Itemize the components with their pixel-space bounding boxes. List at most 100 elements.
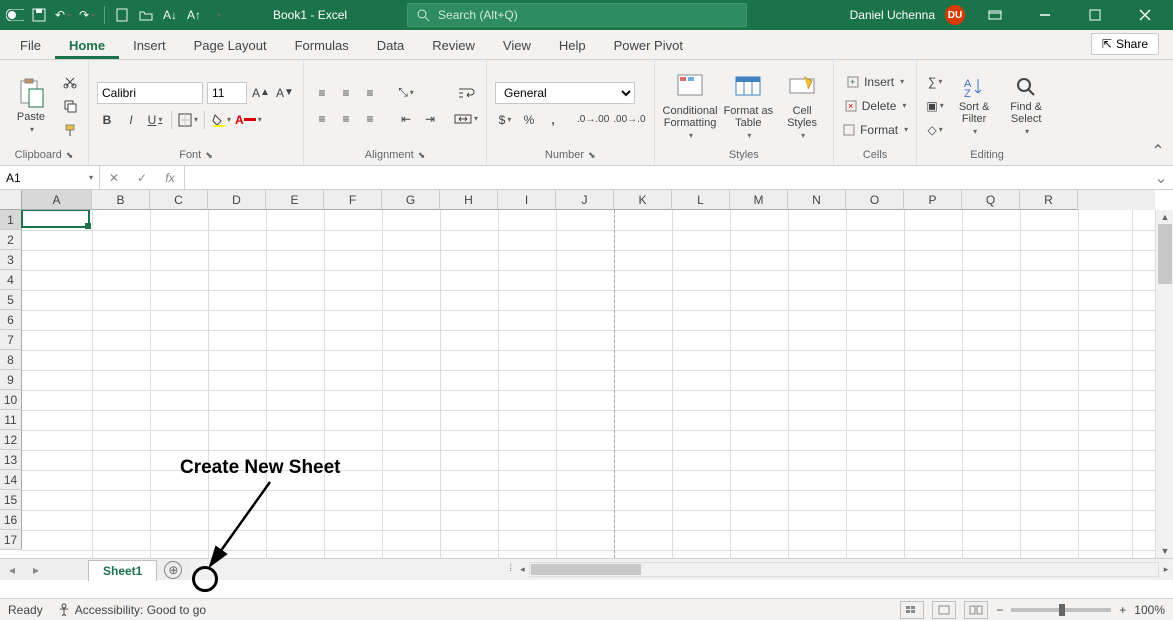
row-header-1[interactable]: 1 bbox=[0, 210, 22, 230]
col-header-J[interactable]: J bbox=[556, 190, 614, 210]
namebox-dropdown-icon[interactable]: ▾ bbox=[89, 173, 93, 182]
tab-view[interactable]: View bbox=[489, 32, 545, 59]
paste-button[interactable]: Paste▾ bbox=[8, 77, 54, 134]
cut-button[interactable] bbox=[60, 72, 80, 92]
conditional-formatting-button[interactable]: Conditional Formatting▾ bbox=[663, 71, 718, 140]
col-header-E[interactable]: E bbox=[266, 190, 324, 210]
col-header-H[interactable]: H bbox=[440, 190, 498, 210]
col-header-L[interactable]: L bbox=[672, 190, 730, 210]
row-header-8[interactable]: 8 bbox=[0, 350, 22, 370]
clipboard-launcher-icon[interactable]: ⬊ bbox=[66, 150, 74, 161]
row-header-15[interactable]: 15 bbox=[0, 490, 22, 510]
sort-asc-icon[interactable]: A↓ bbox=[161, 6, 179, 24]
sheet-nav-next-button[interactable]: ▸ bbox=[24, 563, 48, 577]
number-launcher-icon[interactable]: ⬊ bbox=[588, 150, 596, 161]
align-bottom-button[interactable]: ≡ bbox=[360, 83, 380, 103]
open-icon[interactable] bbox=[137, 6, 155, 24]
tab-file[interactable]: File bbox=[6, 32, 55, 59]
clear-button[interactable]: ◇▾ bbox=[925, 120, 945, 140]
col-header-R[interactable]: R bbox=[1020, 190, 1078, 210]
qat-customize-icon[interactable]: ▾ bbox=[209, 6, 227, 24]
collapse-ribbon-button[interactable]: ⌃ bbox=[1143, 60, 1173, 165]
bold-button[interactable]: B bbox=[97, 110, 117, 130]
tab-formulas[interactable]: Formulas bbox=[281, 32, 363, 59]
zoom-slider[interactable] bbox=[1011, 608, 1111, 612]
row-header-16[interactable]: 16 bbox=[0, 510, 22, 530]
col-header-G[interactable]: G bbox=[382, 190, 440, 210]
format-as-table-button[interactable]: Format as Table▾ bbox=[724, 71, 774, 140]
name-box[interactable]: A1▾ bbox=[0, 166, 100, 189]
new-file-icon[interactable] bbox=[113, 6, 131, 24]
col-header-N[interactable]: N bbox=[788, 190, 846, 210]
scroll-right-icon[interactable]: ▸ bbox=[1159, 559, 1173, 580]
font-color-button[interactable]: A▾ bbox=[235, 110, 262, 130]
col-header-K[interactable]: K bbox=[614, 190, 672, 210]
page-layout-view-button[interactable] bbox=[932, 601, 956, 619]
redo-icon[interactable]: ↷▾ bbox=[78, 6, 96, 24]
find-select-button[interactable]: Find & Select▾ bbox=[1003, 75, 1049, 136]
vertical-scrollbar[interactable]: ▲ ▼ bbox=[1155, 210, 1173, 558]
col-header-M[interactable]: M bbox=[730, 190, 788, 210]
normal-view-button[interactable] bbox=[900, 601, 924, 619]
zoom-in-button[interactable]: + bbox=[1119, 603, 1126, 617]
col-header-O[interactable]: O bbox=[846, 190, 904, 210]
tab-insert[interactable]: Insert bbox=[119, 32, 180, 59]
user-name[interactable]: Daniel Uchenna bbox=[850, 8, 935, 22]
scroll-down-icon[interactable]: ▼ bbox=[1156, 544, 1173, 558]
horizontal-scrollbar[interactable]: ⁞ ◂ ▸ bbox=[189, 559, 1173, 580]
col-header-I[interactable]: I bbox=[498, 190, 556, 210]
borders-button[interactable]: ▾ bbox=[178, 110, 198, 130]
zoom-out-button[interactable]: − bbox=[996, 603, 1003, 617]
page-break-view-button[interactable] bbox=[964, 601, 988, 619]
row-header-4[interactable]: 4 bbox=[0, 270, 22, 290]
share-button[interactable]: ⇱Share bbox=[1091, 33, 1159, 55]
enter-formula-button[interactable]: ✓ bbox=[128, 171, 156, 185]
col-header-D[interactable]: D bbox=[208, 190, 266, 210]
col-header-Q[interactable]: Q bbox=[962, 190, 1020, 210]
comma-format-button[interactable]: , bbox=[543, 110, 563, 130]
align-left-button[interactable]: ≡ bbox=[312, 109, 332, 129]
tab-power-pivot[interactable]: Power Pivot bbox=[600, 32, 697, 59]
font-name-combo[interactable] bbox=[97, 82, 203, 104]
wrap-text-button[interactable] bbox=[454, 83, 478, 103]
percent-format-button[interactable]: % bbox=[519, 110, 539, 130]
format-painter-button[interactable] bbox=[60, 120, 80, 140]
col-header-C[interactable]: C bbox=[150, 190, 208, 210]
tab-help[interactable]: Help bbox=[545, 32, 600, 59]
column-headers[interactable]: ABCDEFGHIJKLMNOPQR bbox=[22, 190, 1155, 210]
col-header-B[interactable]: B bbox=[92, 190, 150, 210]
format-cells-button[interactable]: Format▾ bbox=[842, 120, 908, 140]
copy-button[interactable] bbox=[60, 96, 80, 116]
ribbon-display-icon[interactable] bbox=[975, 0, 1015, 30]
font-launcher-icon[interactable]: ⬊ bbox=[205, 150, 213, 161]
col-header-P[interactable]: P bbox=[904, 190, 962, 210]
row-header-9[interactable]: 9 bbox=[0, 370, 22, 390]
scroll-up-icon[interactable]: ▲ bbox=[1156, 210, 1173, 224]
col-header-A[interactable]: A bbox=[22, 190, 92, 210]
close-button[interactable] bbox=[1125, 0, 1165, 30]
search-bar[interactable]: Search (Alt+Q) bbox=[407, 3, 747, 27]
insert-cells-button[interactable]: +Insert▾ bbox=[842, 72, 908, 92]
row-header-7[interactable]: 7 bbox=[0, 330, 22, 350]
fill-button[interactable]: ▣▾ bbox=[925, 96, 945, 116]
tab-data[interactable]: Data bbox=[363, 32, 418, 59]
align-top-button[interactable]: ≡ bbox=[312, 83, 332, 103]
delete-cells-button[interactable]: ×Delete▾ bbox=[842, 96, 908, 116]
accessibility-status[interactable]: Accessibility: Good to go bbox=[57, 603, 206, 617]
increase-indent-button[interactable]: ⇥ bbox=[420, 109, 440, 129]
save-icon[interactable] bbox=[30, 6, 48, 24]
merge-center-button[interactable]: ▾ bbox=[454, 109, 478, 129]
autosave-toggle[interactable] bbox=[6, 6, 24, 24]
accounting-format-button[interactable]: $▾ bbox=[495, 110, 515, 130]
row-header-6[interactable]: 6 bbox=[0, 310, 22, 330]
tab-page-layout[interactable]: Page Layout bbox=[180, 32, 281, 59]
decrease-font-button[interactable]: A▼ bbox=[275, 83, 295, 103]
scroll-left-icon[interactable]: ◂ bbox=[515, 559, 529, 580]
alignment-launcher-icon[interactable]: ⬊ bbox=[418, 150, 426, 161]
sheet-nav-prev-button[interactable]: ◂ bbox=[0, 563, 24, 577]
cells-area[interactable] bbox=[22, 210, 1155, 558]
active-cell[interactable] bbox=[21, 210, 90, 228]
increase-decimal-button[interactable]: .0→.00 bbox=[577, 110, 609, 130]
italic-button[interactable]: I bbox=[121, 110, 141, 130]
autosum-button[interactable]: ∑▾ bbox=[925, 72, 945, 92]
